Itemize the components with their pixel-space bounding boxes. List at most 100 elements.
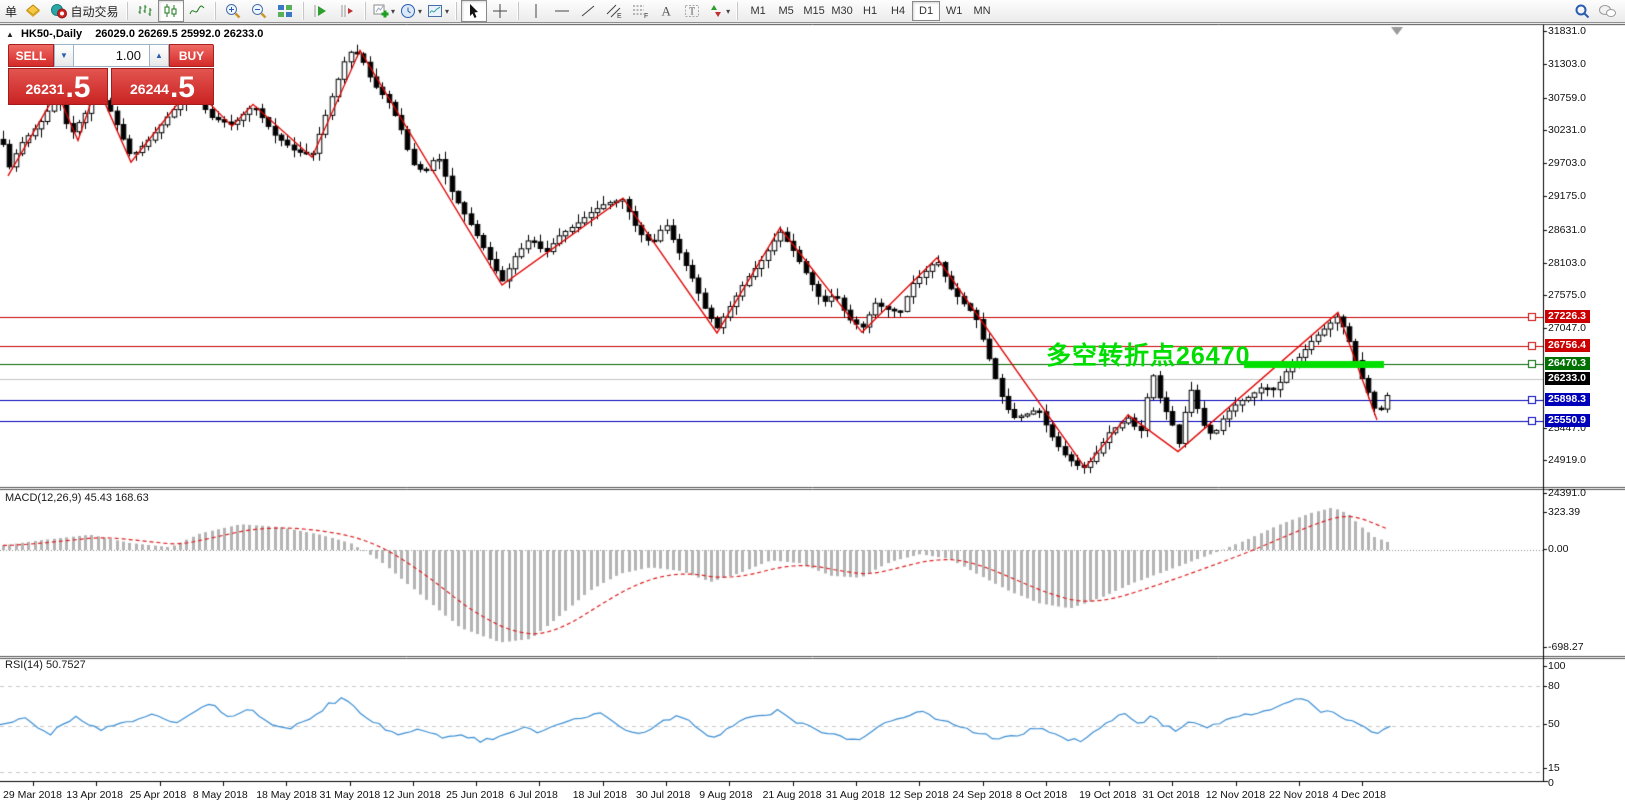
rsi-axis-zero-label: 0 [1548,777,1554,789]
timeframe-button-H1[interactable]: H1 [856,1,884,21]
date-axis-label: 18 Jul 2018 [573,789,627,801]
date-axis-label: 18 May 2018 [256,789,317,801]
candlestick-chart-button[interactable] [158,0,184,22]
price-axis-tick: 30231.0 [1548,124,1586,136]
collapse-icon[interactable]: ▲ [6,30,14,39]
trendline-button[interactable] [575,0,601,22]
template-icon [426,2,444,20]
price-axis-tick: 28103.0 [1548,257,1586,269]
vertical-line-button[interactable] [523,0,549,22]
new-order-label-fragment[interactable]: 单 [2,3,20,20]
auto-trading-button[interactable]: 自动交易 [46,0,122,22]
text-button[interactable]: A [653,0,679,22]
auto-trading-icon [50,2,68,20]
zoom-out-button[interactable] [246,0,272,22]
symbol-period-label: HK50-,Daily [21,28,82,40]
tile-windows-button[interactable] [272,0,298,22]
buy-price-fraction: .5 [170,74,195,102]
buy-button[interactable]: BUY [169,44,214,67]
svg-text:T: T [689,7,695,18]
toolbar-separator [517,2,519,20]
price-axis-tick: 31303.0 [1548,58,1586,70]
zoom-in-button[interactable] [220,0,246,22]
price-axis-tick: 28631.0 [1548,224,1586,236]
add-indicator-button[interactable]: ▾ [370,0,397,22]
search-button[interactable] [1569,0,1595,22]
date-axis-label: 12 Nov 2018 [1206,789,1266,801]
toolbar-separator [214,2,216,20]
cursor-button[interactable] [461,0,487,22]
auto-scroll-button[interactable] [308,0,334,22]
date-axis-label: 8 Oct 2018 [1016,789,1067,801]
arrows-icon [707,2,725,20]
buy-price-main: 26244 [130,76,169,102]
price-axis-tick: 30759.0 [1548,92,1586,104]
volume-down-button[interactable]: ▼ [54,44,74,67]
tile-windows-icon [276,2,294,20]
chevron-down-icon: ▾ [726,7,730,16]
chart-shift-button[interactable] [334,0,360,22]
macd-axis-tick: 323.39 [1548,506,1580,518]
market-watch-button[interactable] [20,0,46,22]
timeframe-button-W1[interactable]: W1 [940,1,968,21]
volume-input[interactable]: 1.00 [74,44,149,67]
price-flag: 25550.9 [1545,414,1590,427]
macd-axis-tick: -698.27 [1548,641,1584,653]
toolbar-separator [302,2,304,20]
chat-button[interactable] [1595,0,1621,22]
svg-text:E: E [617,13,622,20]
toolbar-separator [126,2,128,20]
date-axis-label: 25 Jun 2018 [446,789,504,801]
timeframe-button-M30[interactable]: M30 [828,1,856,21]
fibonacci-button[interactable]: F [627,0,653,22]
timeframe-button-D1[interactable]: D1 [912,1,940,21]
price-axis-tick: 27575.0 [1548,289,1586,301]
chart-shift-icon [338,2,356,20]
toolbar-right [1569,0,1621,22]
template-button[interactable]: ▾ [424,0,451,22]
horizontal-line-button[interactable] [549,0,575,22]
toolbar-separator [364,2,366,20]
chart-annotation-text: 多空转折点26470 [1046,336,1251,372]
cursor-icon [465,2,483,20]
date-axis-label: 12 Sep 2018 [889,789,949,801]
line-chart-icon [188,2,206,20]
equidistant-channel-button[interactable]: E [601,0,627,22]
date-axis-label: 24 Sep 2018 [953,789,1013,801]
crosshair-button[interactable] [487,0,513,22]
price-flag: 26756.4 [1545,339,1590,352]
ohlc-values: 26029.0 26269.5 25992.0 26233.0 [95,28,263,40]
toolbar-separator [455,2,457,20]
date-axis-label: 25 Apr 2018 [130,789,187,801]
sell-button[interactable]: SELL [8,44,54,67]
volume-up-button[interactable]: ▲ [149,44,169,67]
timeframe-button-M1[interactable]: M1 [744,1,772,21]
date-axis-label: 31 Oct 2018 [1142,789,1199,801]
price-axis-tick: 29175.0 [1548,190,1586,202]
arrows-button[interactable]: ▾ [705,0,732,22]
equidistant-channel-icon: E [605,2,623,20]
sell-price-button[interactable]: 26231 .5 [8,68,108,105]
bar-chart-button[interactable] [132,0,158,22]
text-label-button[interactable]: T [679,0,705,22]
macd-axis-tick: 0.00 [1548,543,1568,555]
text-icon: A [657,2,675,20]
bar-chart-icon [136,2,154,20]
line-chart-button[interactable] [184,0,210,22]
timeframe-button-MN[interactable]: MN [968,1,996,21]
chart-canvas[interactable] [0,0,1625,812]
toolbar-separator [736,2,738,20]
trendline-icon [579,2,597,20]
date-axis-label: 22 Nov 2018 [1269,789,1329,801]
timeframe-button-M15[interactable]: M15 [800,1,828,21]
macd-indicator-label: MACD(12,26,9) 45.43 168.63 [5,492,149,504]
timeframe-button-M5[interactable]: M5 [772,1,800,21]
timeframe-button-H4[interactable]: H4 [884,1,912,21]
chart-title: ▲ HK50-,Daily 26029.0 26269.5 25992.0 26… [6,28,263,40]
periods-button[interactable]: ▾ [397,0,424,22]
rsi-indicator-label: RSI(14) 50.7527 [5,659,86,671]
date-axis-label: 4 Dec 2018 [1332,789,1386,801]
text-label-icon: T [683,2,701,20]
horizontal-line-icon [553,2,571,20]
buy-price-button[interactable]: 26244 .5 [111,68,214,105]
